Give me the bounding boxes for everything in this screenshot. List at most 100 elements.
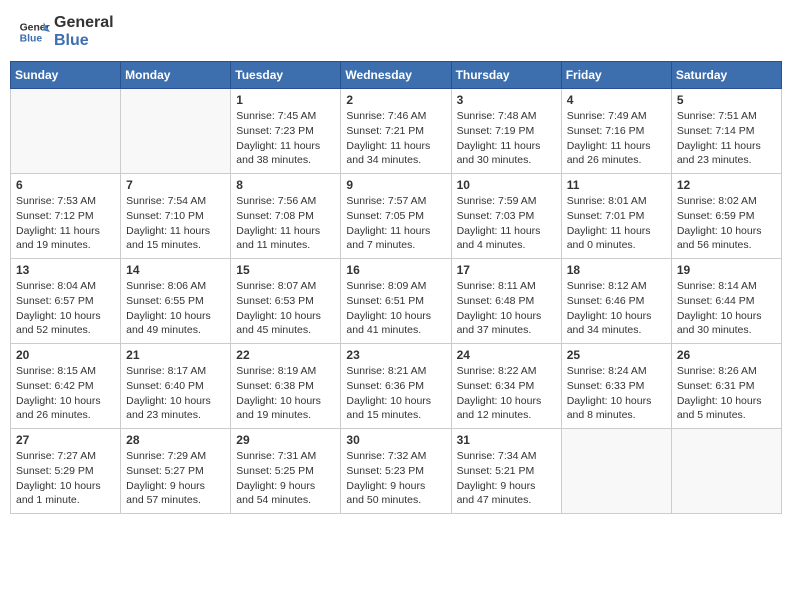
calendar-cell: 3 Sunrise: 7:48 AMSunset: 7:19 PMDaylight…	[451, 89, 561, 174]
day-number: 28	[126, 433, 225, 447]
calendar-cell: 20 Sunrise: 8:15 AMSunset: 6:42 PMDayligh…	[11, 344, 121, 429]
day-info: Sunrise: 7:31 AMSunset: 5:25 PMDaylight:…	[236, 449, 335, 508]
calendar-cell	[561, 429, 671, 514]
day-number: 30	[346, 433, 445, 447]
day-number: 2	[346, 93, 445, 107]
calendar-cell: 14 Sunrise: 8:06 AMSunset: 6:55 PMDayligh…	[121, 259, 231, 344]
day-info: Sunrise: 7:27 AMSunset: 5:29 PMDaylight:…	[16, 449, 115, 508]
day-info: Sunrise: 7:57 AMSunset: 7:05 PMDaylight:…	[346, 194, 445, 253]
day-number: 17	[457, 263, 556, 277]
day-number: 9	[346, 178, 445, 192]
calendar-cell: 1Sunrise: 7:45 AMSunset: 7:23 PMDaylight…	[231, 89, 341, 174]
calendar-cell: 12 Sunrise: 8:02 AMSunset: 6:59 PMDayligh…	[671, 174, 781, 259]
day-info: Sunrise: 8:26 AMSunset: 6:31 PMDaylight:…	[677, 364, 776, 423]
col-header-thursday: Thursday	[451, 62, 561, 89]
day-info: Sunrise: 7:34 AMSunset: 5:21 PMDaylight:…	[457, 449, 556, 508]
day-number: 23	[346, 348, 445, 362]
day-info: Sunrise: 7:59 AMSunset: 7:03 PMDaylight:…	[457, 194, 556, 253]
day-info: Sunrise: 8:02 AMSunset: 6:59 PMDaylight:…	[677, 194, 776, 253]
calendar-cell: 11 Sunrise: 8:01 AMSunset: 7:01 PMDayligh…	[561, 174, 671, 259]
calendar-week-2: 6 Sunrise: 7:53 AMSunset: 7:12 PMDaylight…	[11, 174, 782, 259]
calendar-cell: 7 Sunrise: 7:54 AMSunset: 7:10 PMDaylight…	[121, 174, 231, 259]
day-number: 3	[457, 93, 556, 107]
svg-text:Blue: Blue	[20, 33, 43, 44]
day-info: Sunrise: 8:17 AMSunset: 6:40 PMDaylight:…	[126, 364, 225, 423]
calendar-cell	[121, 89, 231, 174]
day-info: Sunrise: 7:48 AMSunset: 7:19 PMDaylight:…	[457, 109, 556, 168]
page-header: General Blue General Blue	[10, 10, 782, 53]
calendar-cell: 5 Sunrise: 7:51 AMSunset: 7:14 PMDaylight…	[671, 89, 781, 174]
day-number: 18	[567, 263, 666, 277]
calendar-cell: 6 Sunrise: 7:53 AMSunset: 7:12 PMDaylight…	[11, 174, 121, 259]
calendar-cell: 27 Sunrise: 7:27 AMSunset: 5:29 PMDayligh…	[11, 429, 121, 514]
day-info: Sunrise: 8:19 AMSunset: 6:38 PMDaylight:…	[236, 364, 335, 423]
day-info: Sunrise: 7:51 AMSunset: 7:14 PMDaylight:…	[677, 109, 776, 168]
calendar-cell: 17 Sunrise: 8:11 AMSunset: 6:48 PMDayligh…	[451, 259, 561, 344]
calendar-cell: 28 Sunrise: 7:29 AMSunset: 5:27 PMDayligh…	[121, 429, 231, 514]
calendar-week-3: 13 Sunrise: 8:04 AMSunset: 6:57 PMDayligh…	[11, 259, 782, 344]
day-number: 24	[457, 348, 556, 362]
day-info: Sunrise: 7:56 AMSunset: 7:08 PMDaylight:…	[236, 194, 335, 253]
day-info: Sunrise: 8:11 AMSunset: 6:48 PMDaylight:…	[457, 279, 556, 338]
day-number: 20	[16, 348, 115, 362]
day-number: 21	[126, 348, 225, 362]
calendar-cell: 21 Sunrise: 8:17 AMSunset: 6:40 PMDayligh…	[121, 344, 231, 429]
calendar-cell: 18Sunrise: 8:12 AMSunset: 6:46 PMDayligh…	[561, 259, 671, 344]
day-number: 25	[567, 348, 666, 362]
day-info: Sunrise: 7:46 AMSunset: 7:21 PMDaylight:…	[346, 109, 445, 168]
calendar-cell	[671, 429, 781, 514]
day-number: 29	[236, 433, 335, 447]
logo-text: General Blue	[54, 14, 114, 49]
day-info: Sunrise: 8:04 AMSunset: 6:57 PMDaylight:…	[16, 279, 115, 338]
calendar-cell: 9 Sunrise: 7:57 AMSunset: 7:05 PMDaylight…	[341, 174, 451, 259]
calendar-cell: 25 Sunrise: 8:24 AMSunset: 6:33 PMDayligh…	[561, 344, 671, 429]
day-number: 15	[236, 263, 335, 277]
col-header-friday: Friday	[561, 62, 671, 89]
calendar-cell	[11, 89, 121, 174]
calendar-cell: 24 Sunrise: 8:22 AMSunset: 6:34 PMDayligh…	[451, 344, 561, 429]
calendar-cell: 15Sunrise: 8:07 AMSunset: 6:53 PMDayligh…	[231, 259, 341, 344]
day-number: 12	[677, 178, 776, 192]
calendar-cell: 30 Sunrise: 7:32 AMSunset: 5:23 PMDayligh…	[341, 429, 451, 514]
day-info: Sunrise: 7:32 AMSunset: 5:23 PMDaylight:…	[346, 449, 445, 508]
day-info: Sunrise: 8:24 AMSunset: 6:33 PMDaylight:…	[567, 364, 666, 423]
day-number: 27	[16, 433, 115, 447]
day-info: Sunrise: 7:45 AMSunset: 7:23 PMDaylight:…	[236, 109, 335, 168]
day-info: Sunrise: 8:22 AMSunset: 6:34 PMDaylight:…	[457, 364, 556, 423]
calendar-cell: 23 Sunrise: 8:21 AMSunset: 6:36 PMDayligh…	[341, 344, 451, 429]
col-header-sunday: Sunday	[11, 62, 121, 89]
calendar-week-1: 1Sunrise: 7:45 AMSunset: 7:23 PMDaylight…	[11, 89, 782, 174]
day-info: Sunrise: 7:29 AMSunset: 5:27 PMDaylight:…	[126, 449, 225, 508]
day-number: 14	[126, 263, 225, 277]
calendar-week-4: 20 Sunrise: 8:15 AMSunset: 6:42 PMDayligh…	[11, 344, 782, 429]
day-info: Sunrise: 8:06 AMSunset: 6:55 PMDaylight:…	[126, 279, 225, 338]
day-number: 10	[457, 178, 556, 192]
calendar-cell: 4Sunrise: 7:49 AMSunset: 7:16 PMDaylight…	[561, 89, 671, 174]
day-number: 6	[16, 178, 115, 192]
day-info: Sunrise: 7:53 AMSunset: 7:12 PMDaylight:…	[16, 194, 115, 253]
calendar-cell: 31Sunrise: 7:34 AMSunset: 5:21 PMDayligh…	[451, 429, 561, 514]
calendar: SundayMondayTuesdayWednesdayThursdayFrid…	[10, 61, 782, 514]
day-info: Sunrise: 8:09 AMSunset: 6:51 PMDaylight:…	[346, 279, 445, 338]
calendar-cell: 22 Sunrise: 8:19 AMSunset: 6:38 PMDayligh…	[231, 344, 341, 429]
calendar-cell: 13 Sunrise: 8:04 AMSunset: 6:57 PMDayligh…	[11, 259, 121, 344]
day-info: Sunrise: 8:21 AMSunset: 6:36 PMDaylight:…	[346, 364, 445, 423]
calendar-cell: 29 Sunrise: 7:31 AMSunset: 5:25 PMDayligh…	[231, 429, 341, 514]
day-number: 13	[16, 263, 115, 277]
day-number: 22	[236, 348, 335, 362]
col-header-tuesday: Tuesday	[231, 62, 341, 89]
day-number: 7	[126, 178, 225, 192]
day-info: Sunrise: 8:15 AMSunset: 6:42 PMDaylight:…	[16, 364, 115, 423]
day-number: 5	[677, 93, 776, 107]
day-number: 11	[567, 178, 666, 192]
day-number: 16	[346, 263, 445, 277]
calendar-header-row: SundayMondayTuesdayWednesdayThursdayFrid…	[11, 62, 782, 89]
day-info: Sunrise: 8:14 AMSunset: 6:44 PMDaylight:…	[677, 279, 776, 338]
calendar-cell: 16 Sunrise: 8:09 AMSunset: 6:51 PMDayligh…	[341, 259, 451, 344]
col-header-monday: Monday	[121, 62, 231, 89]
calendar-cell: 8Sunrise: 7:56 AMSunset: 7:08 PMDaylight…	[231, 174, 341, 259]
day-info: Sunrise: 7:49 AMSunset: 7:16 PMDaylight:…	[567, 109, 666, 168]
day-info: Sunrise: 8:01 AMSunset: 7:01 PMDaylight:…	[567, 194, 666, 253]
calendar-cell: 26Sunrise: 8:26 AMSunset: 6:31 PMDayligh…	[671, 344, 781, 429]
day-info: Sunrise: 7:54 AMSunset: 7:10 PMDaylight:…	[126, 194, 225, 253]
